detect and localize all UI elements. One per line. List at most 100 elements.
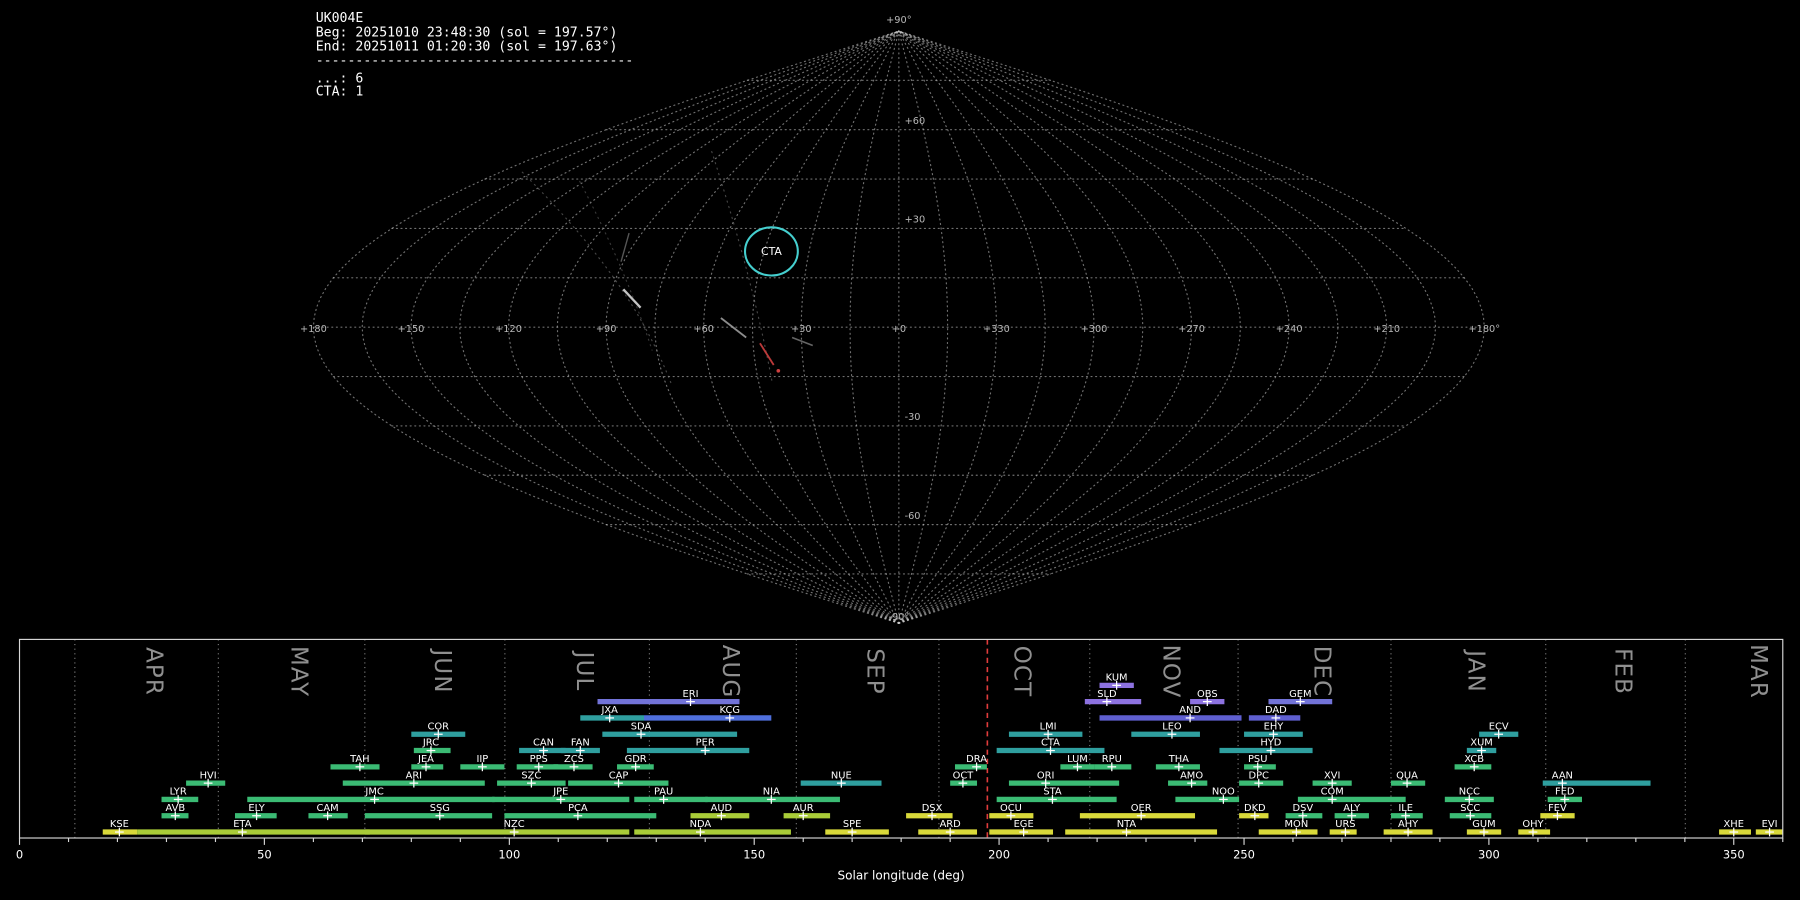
sky-map: +180+150+120+90+60+30+0+330+300+270+240+… (300, 15, 1500, 623)
shower-label: LEO (1162, 721, 1182, 732)
shower-label: NOO (1212, 787, 1235, 798)
shower-label: ZCS (564, 754, 584, 765)
shower-label: ARI (406, 770, 423, 781)
sky-coordinate-labels: +180+150+120+90+60+30+0+330+300+270+240+… (300, 15, 1500, 623)
shower-label: JMC (364, 787, 383, 798)
shower-label: SCC (1460, 803, 1480, 814)
shower-label: KSE (110, 819, 129, 830)
shower-label: OHY (1522, 819, 1544, 830)
lon-label: +270 (1178, 324, 1205, 335)
lat-label: -90° (888, 612, 909, 623)
lon-label: +180° (1468, 324, 1500, 335)
shower-label: ORI (1037, 770, 1055, 781)
x-tick-label: 200 (988, 848, 1010, 862)
shower-label: URS (1335, 819, 1355, 830)
shower-label: ELY (248, 803, 265, 814)
sky-trails (621, 233, 813, 373)
shower-label: THA (1168, 754, 1189, 765)
month-label: FEB (1609, 648, 1635, 695)
lon-label: +120 (495, 324, 522, 335)
station-id: UK004E (316, 11, 364, 26)
shower-label: PER (696, 738, 715, 749)
shower-label: GUM (1472, 819, 1495, 830)
shower-label: ERI (682, 689, 698, 700)
month-label: DEC (1309, 646, 1335, 698)
sky-highlight: CTA (745, 227, 798, 275)
meteor-trail (721, 318, 746, 338)
shower-label: PAU (654, 787, 673, 798)
month-label: JUN (429, 647, 455, 693)
shower-label: JRC (422, 738, 439, 749)
shower-label: ECV (1489, 721, 1509, 732)
month-label: JAN (1462, 648, 1488, 693)
shower-label: JEA (417, 754, 434, 765)
shower-label: KCG (720, 705, 740, 716)
screenshot-canvas: +180+150+120+90+60+30+0+330+300+270+240+… (0, 0, 1800, 900)
lon-label: +30 (791, 324, 812, 335)
chart-frame (20, 639, 1783, 838)
end-time: End: 20251011 01:20:30 (sol = 197.63°) (316, 40, 618, 55)
lat-label: +30 (905, 215, 926, 226)
shower-label: NCC (1459, 787, 1480, 798)
month-label: JUL (571, 650, 597, 692)
lat-label: -60 (905, 511, 921, 522)
shower-label: COR (428, 721, 450, 732)
shower-label: AUR (793, 803, 814, 814)
shower-label: RPU (1102, 754, 1122, 765)
lon-label: +330 (983, 324, 1010, 335)
shower-label: XUM (1470, 738, 1492, 749)
shower-label: AND (1179, 705, 1201, 716)
shower-label: DAD (1265, 705, 1287, 716)
shower-label: AAN (1552, 770, 1573, 781)
x-tick-label: 50 (257, 848, 272, 862)
shower-label: ARD (940, 819, 962, 830)
shower-label: OER (1131, 803, 1152, 814)
shower-label: ALY (1343, 803, 1361, 814)
shower-label: SZC (521, 770, 541, 781)
begin-time: Beg: 20251010 23:48:30 (sol = 197.57°) (316, 26, 618, 41)
shower-label: LYR (170, 787, 187, 798)
x-tick-label: 150 (743, 848, 765, 862)
lon-label: +60 (693, 324, 714, 335)
shower-label: LUM (1067, 754, 1088, 765)
shower-label: OCT (953, 770, 975, 781)
shower-label: COM (1321, 787, 1344, 798)
shower-label: MON (1285, 819, 1309, 830)
shower-label: JPE (552, 787, 568, 798)
shower-label: DSX (922, 803, 943, 814)
shower-label: GEM (1289, 689, 1311, 700)
shower-label: NDA (690, 819, 712, 830)
lon-label: +0 (892, 324, 906, 335)
shower-label: OCU (1000, 803, 1022, 814)
month-label: NOV (1158, 645, 1184, 699)
x-tick-label: 300 (1478, 848, 1500, 862)
shower-label: DKD (1244, 803, 1266, 814)
x-tick-label: 100 (498, 848, 520, 862)
shower-label: QUA (1396, 770, 1418, 781)
shower-label: DPC (1249, 770, 1270, 781)
chart-bars: KUMERISLDOBSGEMJXAKCGANDDADCORSDALMILEOE… (103, 673, 1783, 837)
shower-label: XHE (1724, 819, 1744, 830)
shower-label: AVB (165, 803, 185, 814)
month-label: SEP (861, 648, 887, 694)
x-tick-label: 0 (16, 848, 23, 862)
meteor-trail (792, 338, 813, 346)
shower-label: XCB (1464, 754, 1484, 765)
x-tick-label: 350 (1723, 848, 1745, 862)
shower-activity-chart: APRMAYJUNJULAUGSEPOCTNOVDECJANFEBMAR KUM… (16, 639, 1783, 882)
radiant-label: CTA (761, 245, 782, 258)
shower-label: EHY (1264, 721, 1285, 732)
meteor-dot (776, 369, 780, 373)
meteor-trail (621, 233, 629, 262)
info-panel: UK004E Beg: 20251010 23:48:30 (sol = 197… (316, 11, 634, 99)
shower-label: XVI (1324, 770, 1340, 781)
shower-label: DRA (966, 754, 987, 765)
shower-label: DSV (1293, 803, 1314, 814)
shower-label: PPS (530, 754, 548, 765)
shower-label: CAN (533, 738, 554, 749)
shower-label: SLD (1097, 689, 1117, 700)
shower-label: NUE (831, 770, 852, 781)
shower-label: HYD (1260, 738, 1281, 749)
x-axis-title: Solar longitude (deg) (838, 868, 965, 882)
month-label: MAR (1745, 644, 1771, 699)
